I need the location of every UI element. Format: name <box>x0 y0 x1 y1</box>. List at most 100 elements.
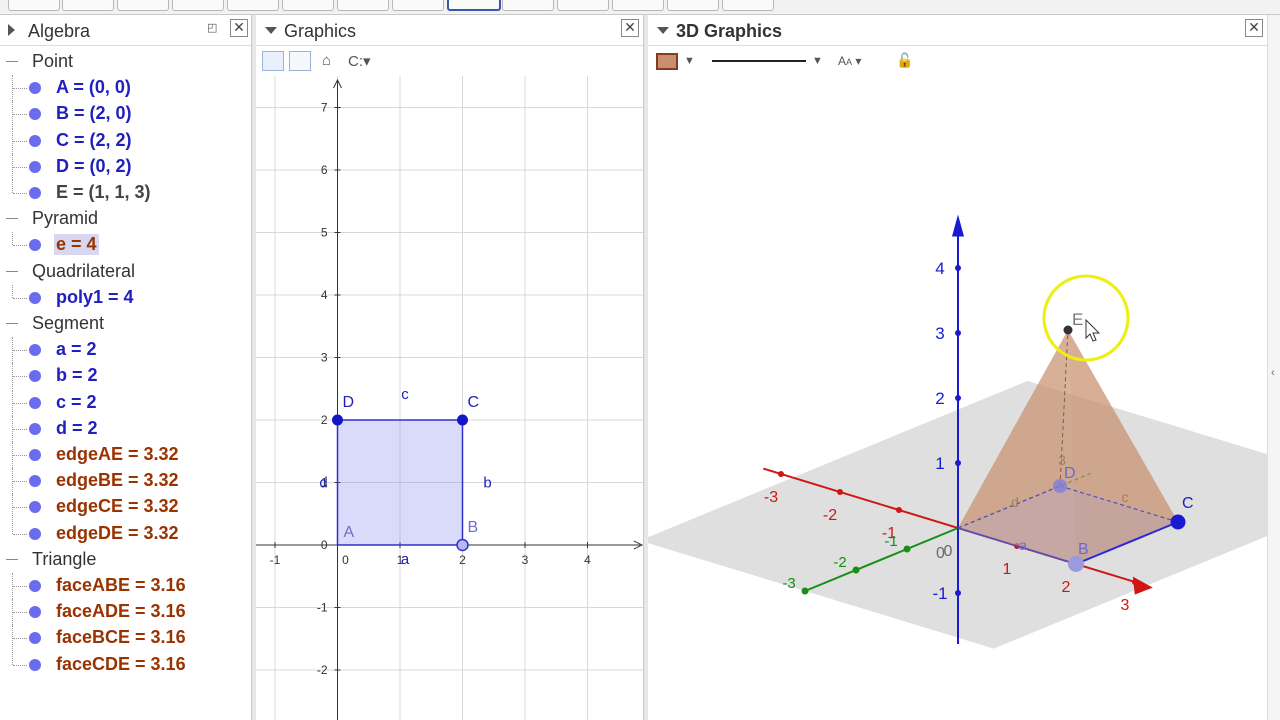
visibility-toggle-icon[interactable] <box>29 108 41 121</box>
line-style-icon[interactable] <box>712 60 806 62</box>
visibility-toggle-icon[interactable] <box>29 291 41 304</box>
visibility-toggle-icon[interactable] <box>29 449 41 461</box>
algebra-item-value[interactable]: d = 2 <box>56 418 98 439</box>
close-icon[interactable]: ✕ <box>621 19 639 37</box>
algebra-item-value[interactable]: faceADE = 3.16 <box>56 601 186 622</box>
algebra-title: Algebra <box>28 21 91 41</box>
lock-icon[interactable]: 🔓 <box>896 52 913 69</box>
algebra-item-value[interactable]: b = 2 <box>56 365 98 386</box>
visibility-toggle-icon[interactable] <box>29 396 41 409</box>
close-icon[interactable]: ✕ <box>230 19 248 37</box>
toolbar-tool-button[interactable] <box>227 0 279 11</box>
chevron-down-icon[interactable]: ▼ <box>812 55 823 67</box>
collapse-minus-icon[interactable] <box>6 270 18 272</box>
toolbar-tool-button[interactable] <box>392 0 444 11</box>
algebra-item-value[interactable]: faceCDE = 3.16 <box>56 654 186 675</box>
toolbar-tool-button[interactable] <box>612 0 664 11</box>
algebra-item-value[interactable]: E = (1, 1, 3) <box>56 182 151 203</box>
toolbar-tool-button[interactable] <box>282 0 334 11</box>
algebra-item-value[interactable]: faceBCE = 3.16 <box>56 627 186 648</box>
algebra-item-value[interactable]: A = (0, 0) <box>56 77 131 98</box>
algebra-item-value[interactable]: edgeDE = 3.32 <box>56 523 179 544</box>
collapse-minus-icon[interactable] <box>6 218 18 220</box>
toolbar-tool-button[interactable] <box>117 0 169 11</box>
x-tick <box>896 507 902 513</box>
algebra-group-label: Point <box>32 51 74 71</box>
graphics-3d-canvas[interactable]: 4321-1-3-2-10123-3-2-1 acd3DBC0E <box>648 76 1267 720</box>
mouse-cursor-icon <box>1085 318 1101 342</box>
y-tick-label: 2 <box>321 413 328 427</box>
show-grid-icon[interactable] <box>289 51 311 71</box>
z-tick-label: 2 <box>935 389 944 408</box>
toolbar-tool-button[interactable] <box>502 0 554 11</box>
visibility-toggle-icon[interactable] <box>29 632 41 645</box>
algebra-item-value[interactable]: a = 2 <box>56 339 97 360</box>
segment-label-a: a <box>401 551 410 568</box>
visibility-toggle-icon[interactable] <box>29 239 41 252</box>
visibility-toggle-icon[interactable] <box>29 370 41 383</box>
chevron-down-icon[interactable]: ▼ <box>684 55 695 67</box>
undock-icon[interactable]: ◰ <box>207 21 217 34</box>
point-C <box>1170 514 1186 530</box>
collapse-minus-icon[interactable] <box>6 61 18 62</box>
algebra-item-value[interactable]: C = (2, 2) <box>56 130 132 151</box>
visibility-toggle-icon[interactable] <box>29 134 41 147</box>
toolbar-tool-button[interactable] <box>667 0 719 11</box>
tree-line <box>13 481 27 483</box>
visibility-toggle-icon[interactable] <box>29 501 41 514</box>
visibility-toggle-icon[interactable] <box>29 344 41 357</box>
label-style-icon[interactable]: AA ▾ <box>838 54 861 68</box>
algebra-item-value[interactable]: edgeCE = 3.32 <box>56 496 179 517</box>
home-icon[interactable]: ⌂ <box>322 52 331 69</box>
toolbar-tool-button[interactable] <box>62 0 114 11</box>
algebra-item-value[interactable]: B = (2, 0) <box>56 103 132 124</box>
square-polygon <box>336 419 464 546</box>
algebra-item-value[interactable]: faceABE = 3.16 <box>56 575 186 596</box>
visibility-toggle-icon[interactable] <box>29 475 41 488</box>
point-capturing-icon[interactable]: C:▾ <box>348 52 371 70</box>
close-icon[interactable]: ✕ <box>1245 19 1263 37</box>
algebra-item-value[interactable]: e = 4 <box>54 234 99 256</box>
algebra-item-value[interactable]: edgeBE = 3.32 <box>56 470 179 491</box>
toolbar-tool-button[interactable] <box>557 0 609 11</box>
point-C <box>457 414 468 426</box>
toolbar-tool-button[interactable] <box>172 0 224 11</box>
y-tick-label: 4 <box>321 288 328 302</box>
visibility-toggle-icon[interactable] <box>29 82 41 95</box>
z-tick <box>955 265 961 271</box>
visibility-toggle-icon[interactable] <box>29 580 41 592</box>
point-D <box>332 414 343 426</box>
toolbar-tool-button[interactable] <box>722 0 774 11</box>
tree-line <box>13 507 27 509</box>
chevron-left-icon[interactable]: ‹ <box>1271 367 1275 379</box>
collapse-triangle-icon[interactable] <box>8 24 15 36</box>
graphics-style-bar: ⌂ C:▾ <box>256 46 644 76</box>
point-label-E: E <box>1072 310 1083 329</box>
side-panel-handle[interactable]: ‹ <box>1267 15 1280 720</box>
segment-label-c: c <box>401 386 409 403</box>
style-bar-toggle-icon[interactable] <box>265 27 277 34</box>
visibility-toggle-icon[interactable] <box>29 187 41 199</box>
y-tick-label: -1 <box>317 601 328 615</box>
toolbar-tool-button[interactable] <box>8 0 60 11</box>
collapse-minus-icon[interactable] <box>6 558 18 560</box>
visibility-toggle-icon[interactable] <box>29 422 41 435</box>
style-bar-toggle-icon[interactable] <box>657 27 669 34</box>
algebra-item-value[interactable]: c = 2 <box>56 392 97 413</box>
graphics-canvas[interactable]: -10123476543210-1-2-3abcdABCD <box>256 76 644 720</box>
toolbar-tool-button[interactable] <box>447 0 501 11</box>
z-tick-label: 3 <box>935 324 944 343</box>
point-label-C: C <box>468 394 480 411</box>
collapse-minus-icon[interactable] <box>6 323 18 324</box>
visibility-toggle-icon[interactable] <box>29 658 41 671</box>
algebra-item-value[interactable]: D = (0, 2) <box>56 156 132 177</box>
segment-label-b: b <box>483 475 491 492</box>
visibility-toggle-icon[interactable] <box>29 606 41 619</box>
algebra-item-value[interactable]: edgeAE = 3.32 <box>56 444 179 465</box>
color-swatch-icon[interactable] <box>656 53 678 70</box>
show-axes-icon[interactable] <box>262 51 284 71</box>
visibility-toggle-icon[interactable] <box>29 527 41 540</box>
algebra-item-value[interactable]: poly1 = 4 <box>56 287 134 308</box>
toolbar-tool-button[interactable] <box>337 0 389 11</box>
visibility-toggle-icon[interactable] <box>29 160 41 173</box>
